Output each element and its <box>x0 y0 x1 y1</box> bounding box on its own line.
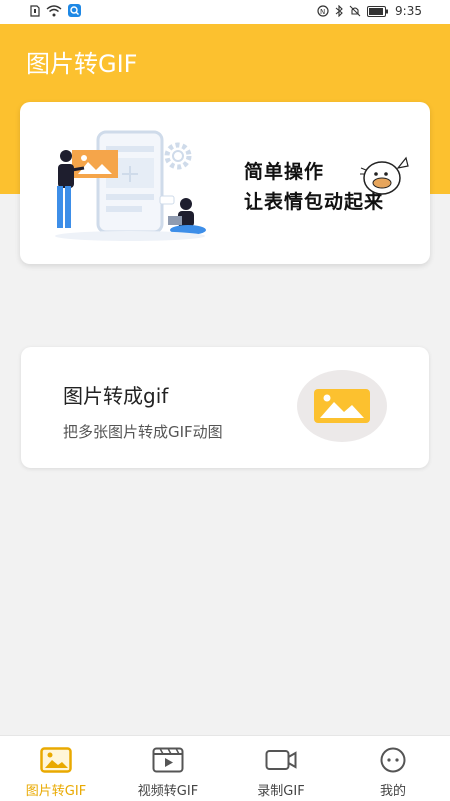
banner-illustration <box>55 130 206 241</box>
bottom-tab-bar: 图片转GIF 视频转GIF 录制GIF 我的 <box>0 735 450 801</box>
video-icon <box>152 747 184 773</box>
image-icon <box>40 747 72 773</box>
card-description: 把多张图片转成GIF动图 <box>63 423 223 441</box>
card-title: 图片转成gif <box>63 384 169 408</box>
status-time: 9:35 <box>395 4 422 18</box>
battery-icon <box>367 5 389 17</box>
camera-icon <box>265 750 297 770</box>
search-app-icon <box>68 4 81 17</box>
image-icon <box>314 389 370 423</box>
tab-label: 我的 <box>379 784 406 799</box>
image-to-gif-card[interactable]: 图片转成gif 把多张图片转成GIF动图 <box>21 347 429 468</box>
banner-card[interactable]: 简单操作 让表情包动起来 <box>20 102 430 264</box>
status-bar: N 9:35 <box>0 0 450 24</box>
tab-profile[interactable]: 我的 <box>337 736 449 801</box>
mute-icon <box>349 5 361 17</box>
profile-icon <box>380 747 406 773</box>
sim-icon <box>30 4 40 17</box>
tab-record-gif[interactable]: 录制GIF <box>225 736 337 801</box>
tab-video-to-gif[interactable]: 视频转GIF <box>112 736 224 801</box>
status-right-icons: N 9:35 <box>317 4 422 18</box>
tab-label: 图片转GIF <box>25 784 87 799</box>
svg-text:N: N <box>320 8 325 16</box>
banner-headline: 简单操作 <box>244 161 325 183</box>
wifi-icon <box>46 4 62 16</box>
page-title: 图片转GIF <box>26 50 138 78</box>
duck-mascot-icon <box>360 156 409 195</box>
tab-image-to-gif[interactable]: 图片转GIF <box>0 736 112 801</box>
tab-label: 录制GIF <box>257 784 305 799</box>
network-icon: N <box>317 5 329 17</box>
bluetooth-icon <box>335 5 343 17</box>
card-icon-background <box>297 370 387 442</box>
tab-label: 视频转GIF <box>137 784 199 799</box>
status-left-icons <box>30 4 81 17</box>
